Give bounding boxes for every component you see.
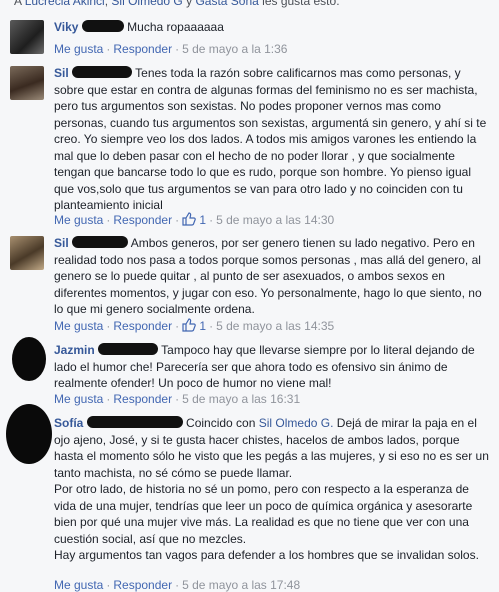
timestamp-link[interactable]: 5 de mayo a las 14:35	[216, 319, 334, 333]
redacted-name	[98, 343, 159, 355]
liker-link[interactable]: Gasta Sona	[195, 0, 258, 8]
redacted-name	[81, 20, 124, 32]
like-link[interactable]: Me gusta	[54, 319, 103, 333]
separator: ·	[106, 319, 111, 333]
avatar[interactable]	[10, 20, 44, 54]
liker-link[interactable]: Lucrecia Akinci	[25, 0, 105, 8]
comment-body: Viky Mucha ropaaaaaa	[54, 19, 490, 36]
mention-link[interactable]: Sil Olmedo G.	[259, 416, 334, 430]
comment-meta: Me gusta · Responder · 5 de mayo a las 17:48	[54, 578, 300, 592]
comment-body: Sofía Coincido con Sil Olmedo G. Dejá de…	[54, 415, 490, 564]
avatar[interactable]	[6, 404, 52, 464]
thumbs-up-icon	[182, 212, 196, 226]
thumbs-up-icon	[182, 318, 196, 332]
avatar[interactable]	[10, 236, 44, 270]
timestamp-link[interactable]: 5 de mayo a las 16:31	[182, 392, 300, 406]
comment-meta: Me gusta · Responder · 1 · 5 de mayo a las 14…	[54, 212, 334, 227]
redacted-name	[72, 66, 133, 78]
like-link[interactable]: Me gusta	[54, 578, 103, 592]
comment-body: Sil Ambos generos, por ser genero tienen…	[54, 235, 490, 318]
like-link[interactable]: Me gusta	[54, 392, 103, 406]
comment-text-paragraph: Hay argumentos tan vagos para defender a…	[54, 548, 479, 562]
comment-author[interactable]: Sofía	[54, 416, 83, 430]
separator: ·	[209, 319, 214, 333]
comment-author[interactable]: Sil	[54, 66, 69, 80]
separator: ·	[175, 213, 180, 227]
separator: ·	[175, 42, 180, 56]
reply-link[interactable]: Responder	[113, 213, 172, 227]
redacted-name	[72, 236, 129, 248]
comment-text: Tenes toda la razón sobre calificarnos m…	[54, 66, 487, 212]
like-link[interactable]: Me gusta	[54, 42, 103, 56]
likes-summary-prefix: A	[14, 0, 25, 8]
reply-link[interactable]: Responder	[113, 42, 172, 56]
separator: ·	[106, 213, 111, 227]
separator: y	[182, 0, 196, 8]
reaction-count[interactable]: 1	[182, 212, 206, 227]
likes-summary-line: A Lucrecia Akinci, Sil Olmedo G y Gasta …	[0, 0, 499, 8]
timestamp-link[interactable]: 5 de mayo a las 17:48	[182, 578, 300, 592]
comment-text: Mucha ropaaaaaa	[127, 20, 224, 34]
like-link[interactable]: Me gusta	[54, 213, 103, 227]
comment-author[interactable]: Viky	[54, 20, 78, 34]
redacted-avatar	[12, 337, 46, 381]
comment-author[interactable]: Sil	[54, 236, 69, 250]
separator: ·	[106, 392, 111, 406]
comment-body: Jazmin Tampoco hay que llevarse siempre …	[54, 342, 490, 392]
reply-link[interactable]: Responder	[113, 392, 172, 406]
likes-summary-suffix: les gusta esto.	[258, 0, 340, 8]
timestamp-link[interactable]: 5 de mayo a la 1:36	[182, 42, 287, 56]
avatar[interactable]	[10, 337, 46, 381]
comment-meta: Me gusta · Responder · 5 de mayo a la 1:36	[54, 42, 287, 56]
avatar[interactable]	[10, 66, 44, 100]
separator: ·	[175, 319, 180, 333]
comment-text: Ambos generos, por ser genero tienen su …	[54, 236, 482, 316]
separator: ·	[106, 42, 111, 56]
comment-meta: Me gusta · Responder · 5 de mayo a las 16:31	[54, 392, 300, 406]
comment-body: Sil Tenes toda la razón sobre calificarn…	[54, 65, 490, 214]
comment-text-intro: Coincido con	[186, 416, 259, 430]
redacted-name	[86, 416, 183, 428]
separator: ·	[106, 578, 111, 592]
reaction-count[interactable]: 1	[182, 318, 206, 333]
liker-link[interactable]: Sil Olmedo G	[111, 0, 182, 8]
separator: ·	[175, 578, 180, 592]
comment-author[interactable]: Jazmin	[54, 343, 95, 357]
comment-meta: Me gusta · Responder · 1 · 5 de mayo a las 14…	[54, 318, 334, 333]
separator: ·	[175, 392, 180, 406]
redacted-avatar	[6, 404, 52, 464]
comment-text-paragraph: Por otro lado, de historia no sé un pomo…	[54, 482, 473, 546]
reply-link[interactable]: Responder	[113, 319, 172, 333]
separator: ·	[209, 213, 214, 227]
timestamp-link[interactable]: 5 de mayo a las 14:30	[216, 213, 334, 227]
reply-link[interactable]: Responder	[113, 578, 172, 592]
